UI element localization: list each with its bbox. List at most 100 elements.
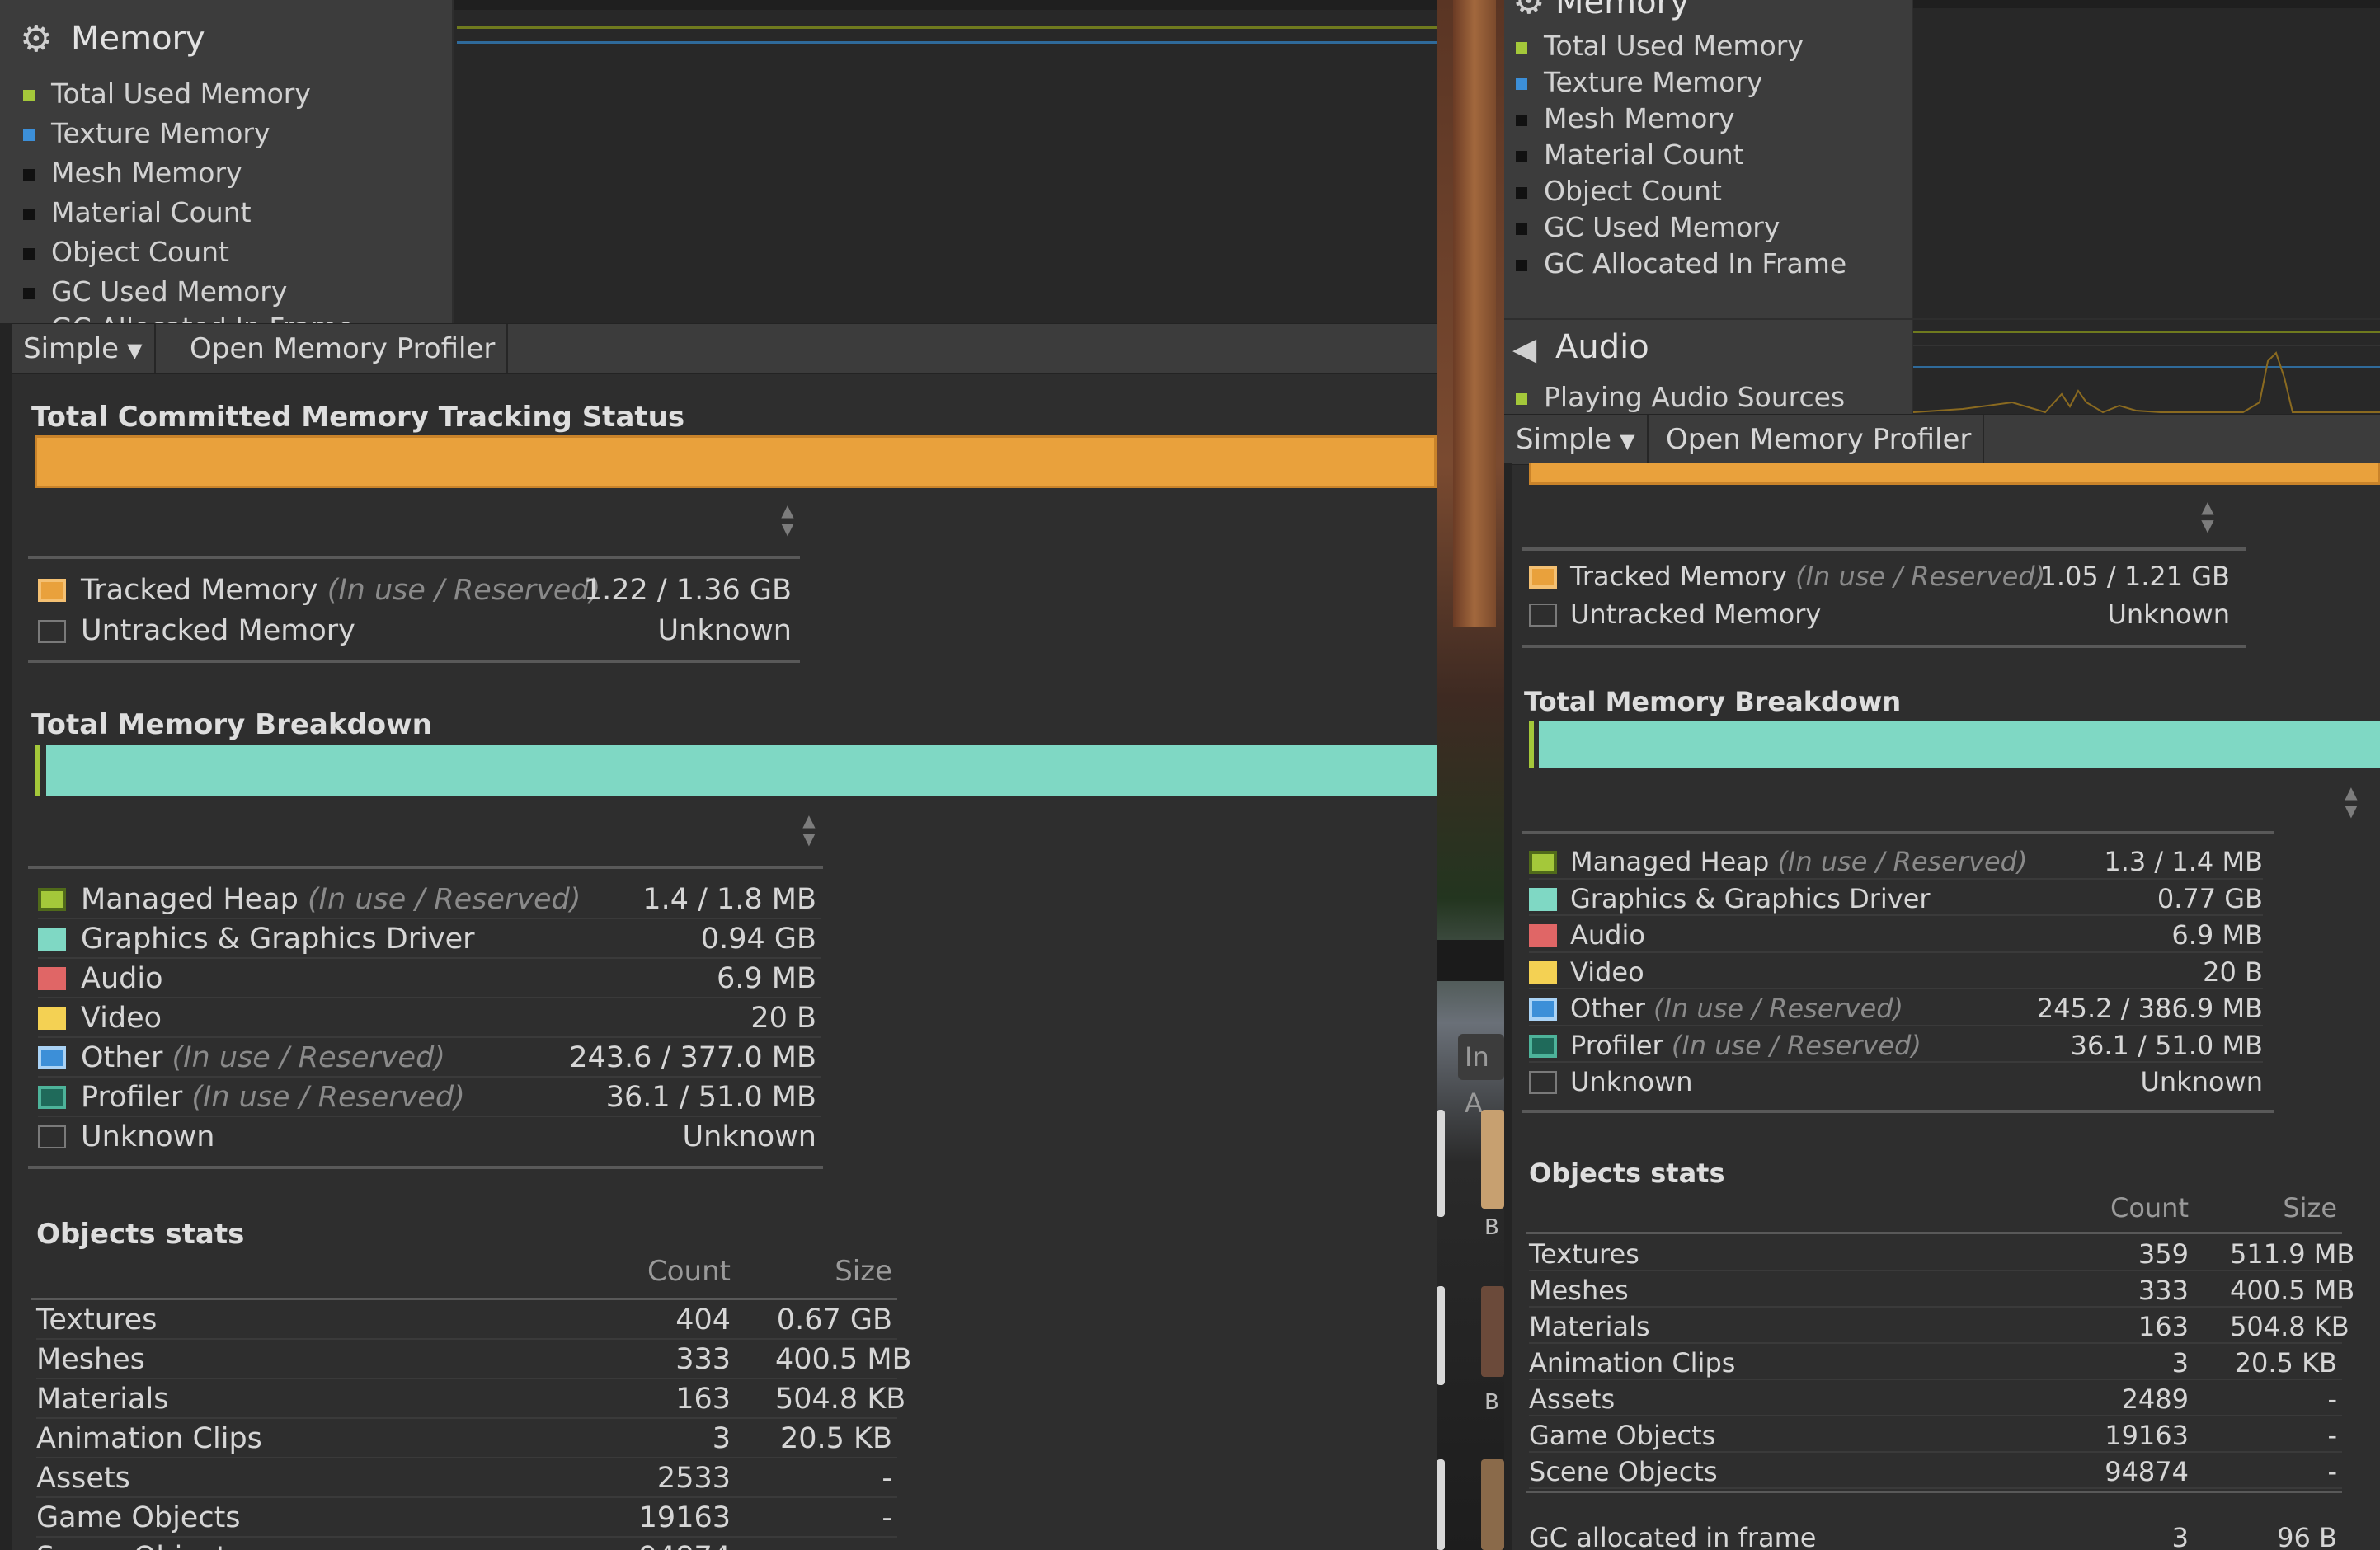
object-name: Scene Objects [1529,1456,1718,1487]
object-size: - [2327,1383,2337,1415]
section-divider [28,660,800,663]
tracked-swatch [1529,566,1557,589]
object-size: - [2327,1420,2337,1451]
object-count: 3 [712,1422,731,1455]
row-separator [38,918,821,919]
breakdown-swatch [1529,1034,1557,1058]
tree-trunk [1453,0,1496,627]
thumbnail[interactable] [1437,1110,1445,1217]
resize-arrows-icon[interactable]: ▲ ▼ [2339,783,2364,820]
view-mode-dropdown[interactable]: Simple ▼ [12,324,156,373]
memory-chart[interactable] [1913,0,2380,318]
object-size: - [2327,1456,2337,1487]
row-separator [1529,1451,2342,1453]
legend-item[interactable]: Object Count [23,236,229,268]
legend-item[interactable]: Texture Memory [23,117,270,149]
thumbnail[interactable] [1437,1286,1445,1385]
left-profiler-panel: ⚙ Memory Total Used Memory Texture Memor… [0,0,1437,1550]
legend-item[interactable]: GC Used Memory [1516,211,1780,243]
row-separator [38,1076,821,1078]
object-name: Textures [1529,1238,1639,1270]
speaker-icon: ◀ [1512,331,1537,367]
legend-item[interactable]: Object Count [1516,175,1722,207]
row-separator [36,1457,897,1458]
object-count: 404 [675,1303,731,1336]
thumbnail[interactable] [1481,1110,1504,1209]
legend-item[interactable]: GC Used Memory [23,275,287,308]
legend-swatch [23,129,35,141]
breakdown-label: Unknown [1570,1066,1693,1097]
tracked-memory-value: 1.22 / 1.36 GB [583,574,792,607]
open-memory-profiler-button[interactable]: Open Memory Profiler [1654,415,1985,464]
object-name: Game Objects [36,1501,241,1534]
object-name: Meshes [36,1343,145,1376]
tracked-swatch [38,579,66,602]
breakdown-value: 245.2 / 386.9 MB [2036,993,2263,1024]
audio-module-title[interactable]: Audio [1555,328,1649,366]
object-name: Animation Clips [36,1422,262,1455]
object-count: 94874 [610,1541,731,1550]
graphics-bar[interactable] [1539,721,2380,768]
audio-chart[interactable] [1913,320,2380,414]
breakdown-label: Managed Heap (In use / Reserved) [1570,846,2028,877]
resize-arrows-icon[interactable]: ▲ ▼ [2195,498,2220,534]
legend-item[interactable]: Playing Audio Sources [1516,381,1845,413]
open-memory-profiler-button[interactable]: Open Memory Profiler [178,324,509,373]
breakdown-label: Profiler (In use / Reserved) [1570,1029,1921,1061]
section-divider [1522,645,2246,648]
managed-heap-bar[interactable] [1529,721,1534,768]
legend-item[interactable]: Material Count [23,196,252,228]
object-count: 333 [675,1343,731,1376]
breakdown-swatch [38,1007,66,1030]
object-count: 2489 [2121,1383,2189,1415]
graphics-bar[interactable] [46,745,1437,796]
row-separator [36,1536,897,1538]
breakdown-title: Total Memory Breakdown [31,708,432,741]
count-column-header: Count [647,1255,731,1288]
section-divider [1522,547,2246,551]
gc-allocated-size: 96 B [2277,1522,2337,1550]
resize-arrows-icon[interactable]: ▲ ▼ [797,811,821,848]
memory-chart[interactable] [454,0,1437,323]
memory-module-title[interactable]: Memory [71,20,205,58]
objects-stats-title: Objects stats [1529,1158,1725,1189]
thumbnail[interactable] [1481,1286,1504,1377]
gc-allocated-label: GC allocated in frame [1529,1522,1817,1550]
thumbnail[interactable] [1437,1459,1445,1550]
breakdown-label: Graphics & Graphics Driver [1570,882,1931,914]
breakdown-value: Unknown [2140,1066,2263,1097]
breakdown-swatch [1529,851,1557,874]
resize-arrows-icon[interactable]: ▲ ▼ [775,501,800,538]
legend-swatch [23,89,35,101]
object-size: 504.8 KB [2230,1311,2349,1342]
legend-item[interactable]: Material Count [1516,139,1744,171]
section-divider [28,866,823,869]
partial-tab[interactable]: In A [1458,1034,1504,1119]
tracked-memory-bar[interactable] [35,435,1437,488]
legend-item[interactable]: Total Used Memory [1516,30,1804,62]
untracked-swatch [38,620,66,643]
row-separator [1529,1415,2342,1416]
object-name: Scene Objects [36,1541,242,1550]
memory-module-title[interactable]: Memory [1555,0,1690,21]
breakdown-swatch [1529,924,1557,947]
view-mode-dropdown[interactable]: Simple ▼ [1504,415,1649,464]
object-count: 333 [2138,1275,2189,1306]
legend-item-clipped[interactable]: GC Allocated In Frame [23,312,354,323]
managed-heap-bar[interactable] [35,745,40,796]
breakdown-value: Unknown [682,1120,816,1153]
table-divider [31,1298,897,1300]
legend-item[interactable]: Mesh Memory [1516,102,1735,134]
breakdown-swatch [1529,1071,1557,1094]
legend-item[interactable]: Total Used Memory [23,78,311,110]
object-name: Assets [1529,1383,1616,1415]
tracked-memory-bar[interactable] [1529,463,2380,485]
row-separator [38,957,821,959]
object-name: Textures [36,1303,158,1336]
objects-stats-title: Objects stats [36,1218,245,1251]
legend-item[interactable]: GC Allocated In Frame [1516,247,1846,279]
object-size: 20.5 KB [779,1422,892,1455]
legend-item[interactable]: Texture Memory [1516,66,1763,98]
thumbnail[interactable] [1481,1459,1504,1550]
legend-item[interactable]: Mesh Memory [23,157,242,189]
